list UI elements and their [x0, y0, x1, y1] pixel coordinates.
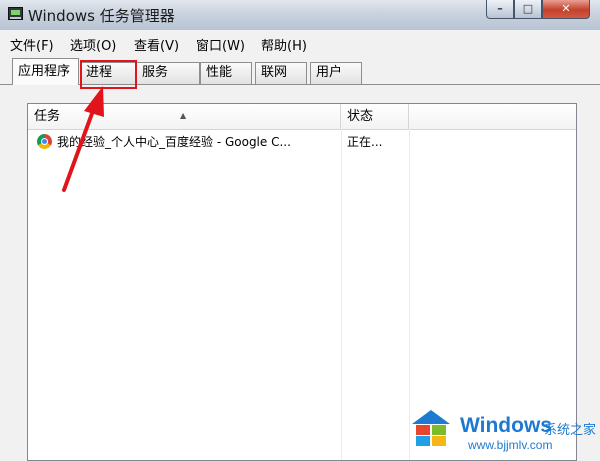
site-watermark: Windows 系统之家 www.bjjmlv.com [400, 400, 600, 461]
watermark-url: www.bjjmlv.com [468, 438, 553, 452]
task-manager-window: Windows 任务管理器 – □ ✕ 文件(F) 选项(O) 查看(V) 窗口… [0, 0, 600, 461]
watermark-brand: Windows [460, 414, 552, 437]
annotation-arrow [62, 86, 104, 192]
windows-logo-icon [412, 410, 450, 446]
watermark-suffix: 系统之家 [544, 423, 597, 438]
